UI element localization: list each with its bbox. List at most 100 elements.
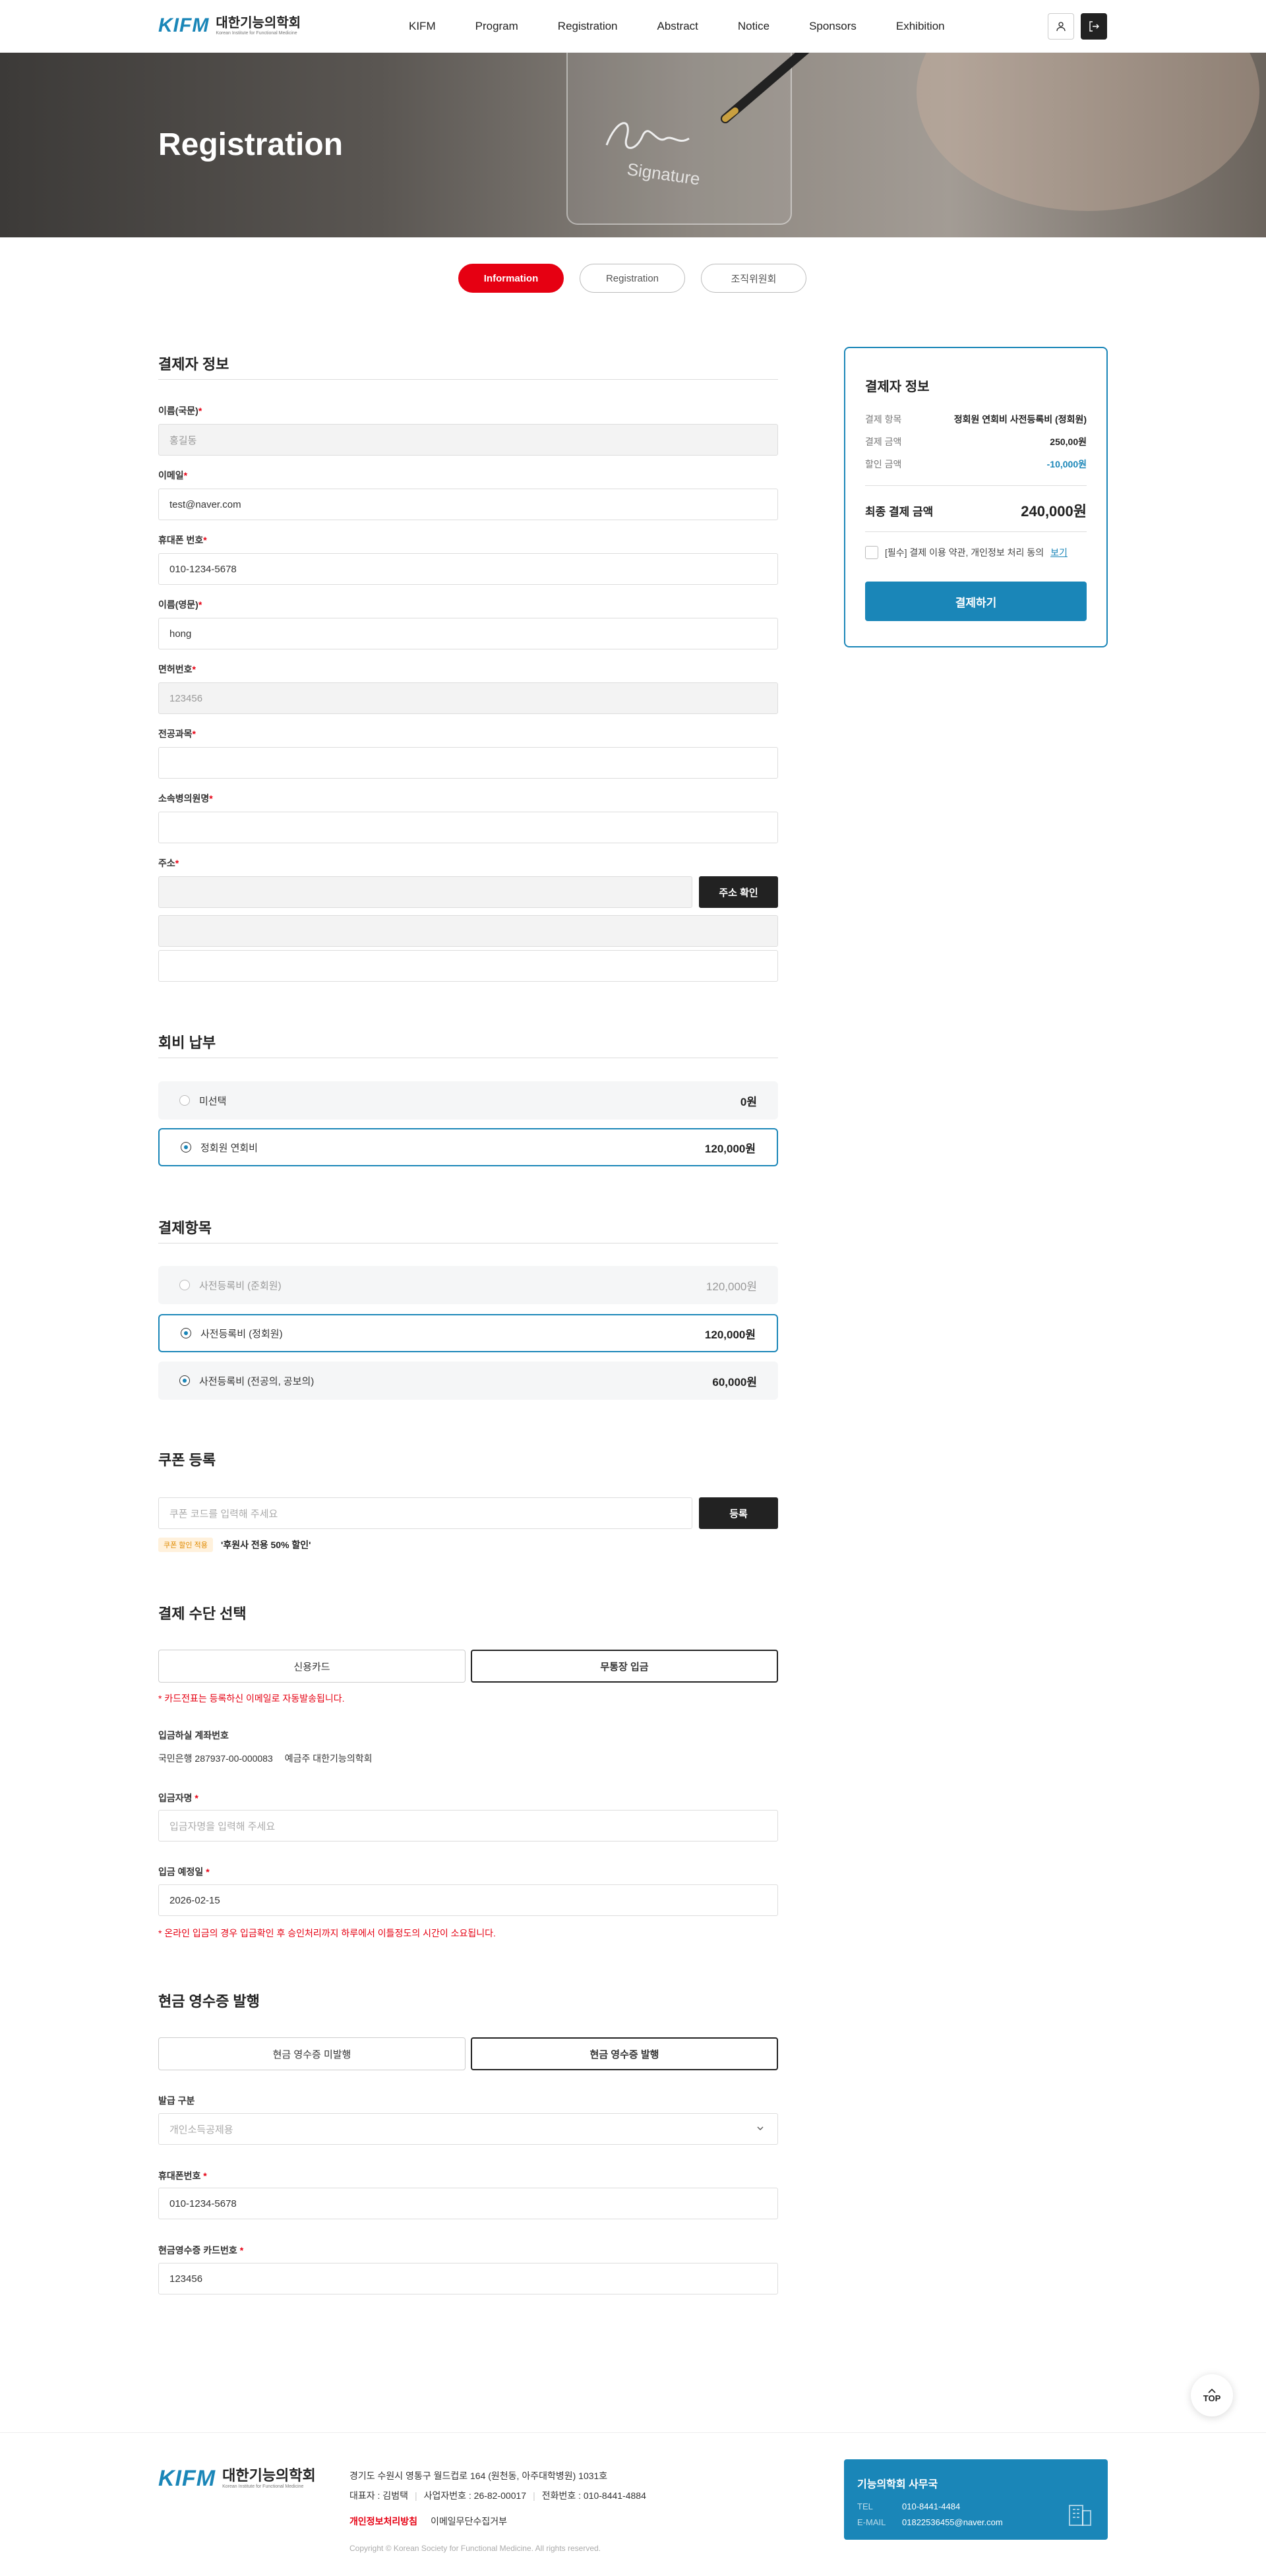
item-option-regular[interactable]: 사전등록비 (정회원) 120,000원 (158, 1314, 778, 1352)
coupon-input[interactable]: 쿠폰 코드를 입력해 주세요 (158, 1497, 692, 1529)
email-label: 이메일* (158, 470, 188, 481)
nav-notice[interactable]: Notice (738, 20, 769, 33)
summary-total: 최종 결제 금액 240,000원 (865, 503, 1087, 520)
address-label: 주소* (158, 858, 179, 868)
account-label: 입금하실 계좌번호 (158, 1730, 229, 1741)
radio-icon (179, 1280, 190, 1290)
receipt-toggle: 현금 영수증 미발행 현금 영수증 발행 (158, 2037, 778, 2070)
receipt-card-input[interactable]: 123456 (158, 2263, 778, 2294)
coupon-applied-text: '후원사 전용 50% 할인' (221, 1540, 311, 1550)
tab-information[interactable]: Information (458, 264, 564, 293)
nav-registration[interactable]: Registration (558, 20, 618, 33)
mypage-button[interactable] (1048, 13, 1074, 40)
name-ko-label: 이름(국문)* (158, 405, 202, 416)
name-ko-input[interactable]: 홍길동 (158, 424, 778, 456)
membership-option-regular[interactable]: 정회원 연회비 120,000원 (158, 1128, 778, 1166)
receipt-type-select[interactable]: 개인소득공제용 (158, 2113, 778, 2145)
email-input[interactable]: test@naver.com (158, 489, 778, 520)
summary-title: 결제자 정보 (865, 380, 930, 394)
sub-tabs: Information Registration 조직위원회 (458, 264, 806, 293)
divider (158, 379, 778, 380)
pay-button[interactable]: 결제하기 (865, 582, 1087, 621)
site-footer: KIFM 대한기능의학회 Korean Institute for Functi… (0, 2432, 1266, 2576)
chevron-down-icon (757, 2126, 764, 2130)
main-nav: KIFM Program Registration Abstract Notic… (409, 0, 984, 53)
building-icon (1069, 2505, 1091, 2526)
footer-address: 경기도 수원시 영통구 월드컵로 164 (원천동, 아주대학병원) 1031호… (349, 2471, 646, 2501)
nav-abstract[interactable]: Abstract (657, 20, 698, 33)
depositor-input[interactable]: 입금자명을 입력해 주세요 (158, 1810, 778, 1842)
nav-kifm[interactable]: KIFM (409, 20, 436, 33)
payer-section-title: 결제자 정보 (158, 356, 229, 373)
nav-program[interactable]: Program (475, 20, 518, 33)
site-logo[interactable]: KIFM 대한기능의학회 Korean Institute for Functi… (158, 15, 301, 37)
deposit-date-label: 입금 예정일 * (158, 1867, 210, 1877)
email-policy-link[interactable]: 이메일무단수집거부 (431, 2515, 507, 2528)
scroll-top-button[interactable]: TOP (1191, 2374, 1233, 2416)
divider (865, 531, 1087, 532)
summary-row: 할인 금액 -10,000원 (865, 459, 1087, 469)
radio-icon (181, 1142, 191, 1153)
name-en-input[interactable]: hong (158, 618, 778, 649)
payment-summary-card: 결제자 정보 결제 항목 정회원 연회비 사전등록비 (정회원) 결제 금액 250… (844, 347, 1108, 647)
phone-input[interactable]: 010-1234-5678 (158, 553, 778, 585)
footer-links: 개인정보처리방침 이메일무단수집거부 (349, 2515, 507, 2528)
deposit-date-input[interactable]: 2026-02-15 (158, 1884, 778, 1916)
item-option-associate[interactable]: 사전등록비 (준회원) 120,000원 (158, 1266, 778, 1304)
chevron-up-icon (1208, 2388, 1216, 2393)
receipt-phone-label: 휴대폰번호 * (158, 2171, 207, 2181)
terms-view-link[interactable]: 보기 (1050, 546, 1068, 559)
coupon-register-button[interactable]: 등록 (699, 1497, 778, 1529)
logo-subtitle: Korean Institute for Functional Medicine (216, 30, 297, 36)
summary-row: 결제 금액 250,00원 (865, 436, 1087, 447)
receipt-type-label: 발급 구분 (158, 2095, 195, 2106)
page-title: Registration (158, 127, 344, 162)
item-option-resident[interactable]: 사전등록비 (전공의, 공보의) 60,000원 (158, 1362, 778, 1400)
hospital-input[interactable] (158, 812, 778, 843)
footer-logo: KIFM 대한기능의학회 Korean Institute for Functi… (158, 2466, 316, 2491)
summary-row: 결제 항목 정회원 연회비 사전등록비 (정회원) (865, 414, 1087, 425)
privacy-policy-link[interactable]: 개인정보처리방침 (349, 2515, 417, 2528)
site-header: KIFM 대한기능의학회 Korean Institute for Functi… (0, 0, 1266, 53)
payment-method-toggle: 신용카드 무통장 입금 (158, 1650, 778, 1683)
receipt-section-title: 현금 영수증 발행 (158, 1993, 260, 2010)
membership-option-none[interactable]: 미선택 0원 (158, 1081, 778, 1120)
items-section-title: 결제항목 (158, 1220, 212, 1236)
deposit-notice: * 온라인 입금의 경우 입금확인 후 승인처리까지 하루에서 이틀정도의 시간… (158, 1928, 496, 1938)
depositor-label: 입금자명 * (158, 1793, 198, 1803)
coupon-applied-badge: 쿠폰 할인 적용 (158, 1538, 213, 1552)
membership-section-title: 회비 납부 (158, 1034, 216, 1051)
address-detail-input[interactable] (158, 950, 778, 982)
logo-title: 대한기능의학회 (216, 15, 301, 30)
address-input[interactable] (158, 915, 778, 947)
receipt-phone-input[interactable]: 010-1234-5678 (158, 2188, 778, 2219)
tab-registration[interactable]: Registration (580, 264, 685, 293)
name-en-label: 이름(영문)* (158, 599, 202, 610)
nav-exhibition[interactable]: Exhibition (896, 20, 945, 33)
logout-icon (1089, 21, 1099, 32)
radio-icon (181, 1328, 191, 1338)
payment-bank-button[interactable]: 무통장 입금 (471, 1650, 778, 1683)
hero-banner: Signature Registration (0, 53, 1266, 237)
coupon-section-title: 쿠폰 등록 (158, 1452, 216, 1468)
address-search-button[interactable]: 주소 확인 (699, 876, 778, 908)
tab-organizing-committee[interactable]: 조직위원회 (701, 264, 806, 293)
radio-icon (179, 1375, 190, 1386)
hospital-label: 소속병의원명* (158, 793, 213, 804)
radio-icon (179, 1095, 190, 1106)
receipt-none-button[interactable]: 현금 영수증 미발행 (158, 2037, 466, 2070)
major-input[interactable] (158, 747, 778, 779)
logout-button[interactable] (1081, 13, 1107, 40)
payment-card-button[interactable]: 신용카드 (158, 1650, 466, 1683)
copyright: Copyright © Korean Society for Functiona… (349, 2544, 601, 2553)
receipt-issue-button[interactable]: 현금 영수증 발행 (471, 2037, 778, 2070)
major-label: 전공과목* (158, 729, 196, 739)
license-input[interactable]: 123456 (158, 682, 778, 714)
payment-method-title: 결제 수단 선택 (158, 1605, 247, 1622)
agree-checkbox[interactable] (865, 546, 878, 559)
logo-mark: KIFM (158, 15, 210, 36)
nav-sponsors[interactable]: Sponsors (809, 20, 857, 33)
card-notice: * 카드전표는 등록하신 이메일로 자동발송됩니다. (158, 1693, 345, 1704)
zipcode-input[interactable] (158, 876, 692, 908)
terms-agreement: [필수] 결제 이용 약관, 개인정보 처리 동의 보기 (865, 546, 1068, 559)
